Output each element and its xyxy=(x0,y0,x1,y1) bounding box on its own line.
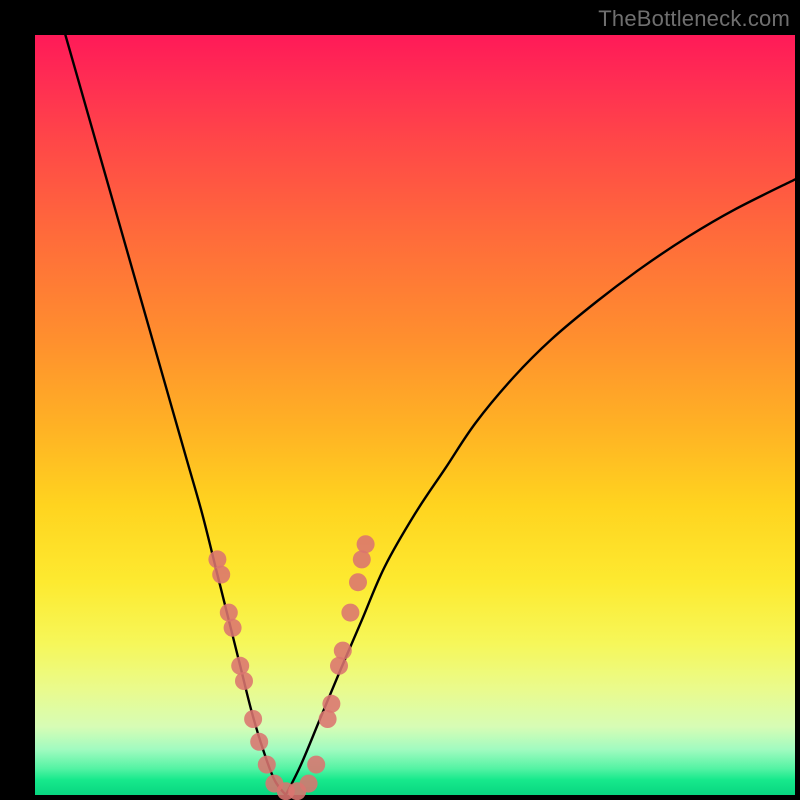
chart-frame: TheBottleneck.com xyxy=(0,0,800,800)
marker-dot xyxy=(357,535,375,553)
marker-dot xyxy=(353,550,371,568)
marker-dot xyxy=(244,710,262,728)
marker-dot xyxy=(300,775,318,793)
plot-area xyxy=(35,35,795,795)
marker-dot xyxy=(319,710,337,728)
marker-dot xyxy=(235,672,253,690)
marker-dot xyxy=(307,756,325,774)
marker-dot xyxy=(231,657,249,675)
marker-dot xyxy=(220,604,238,622)
marker-dot xyxy=(334,642,352,660)
curve-layer xyxy=(35,35,795,795)
marker-dot xyxy=(212,566,230,584)
marker-dot xyxy=(349,573,367,591)
marker-dot xyxy=(208,550,226,568)
marker-dot xyxy=(250,733,268,751)
watermark-text: TheBottleneck.com xyxy=(598,6,790,32)
marker-dot xyxy=(258,756,276,774)
marker-dot xyxy=(341,604,359,622)
marker-dot xyxy=(330,657,348,675)
highlight-markers xyxy=(208,535,374,800)
marker-dot xyxy=(224,619,242,637)
curve-right xyxy=(286,179,795,795)
marker-dot xyxy=(322,695,340,713)
